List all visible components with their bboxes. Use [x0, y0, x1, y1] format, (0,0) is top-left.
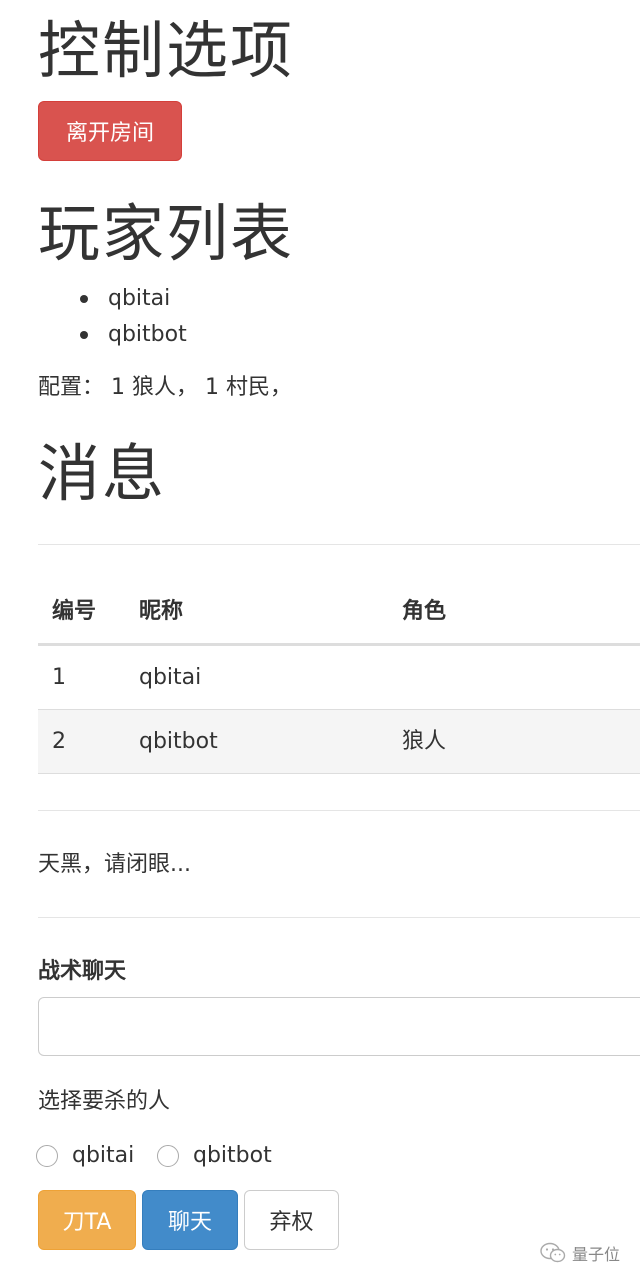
player-name: qbitai: [108, 286, 171, 311]
game-room-page: 控制选项 离开房间 玩家列表 qbitai qbitbot 配置： 1 狼人， …: [0, 0, 640, 1280]
night-message: 天黑，请闭眼...: [38, 852, 191, 877]
divider: [38, 544, 640, 545]
controls-heading: 控制选项: [38, 14, 295, 87]
table-header-row: 编号 昵称 角色: [38, 580, 640, 646]
column-header-nickname: 昵称: [139, 599, 184, 624]
watermark: 量子位: [540, 1241, 620, 1265]
cell-number: 2: [52, 729, 66, 754]
chat-button[interactable]: 聊天: [142, 1190, 238, 1250]
players-heading: 玩家列表: [38, 197, 295, 270]
table-row: 2 qbitbot 狼人: [38, 710, 640, 774]
column-header-number: 编号: [52, 599, 97, 624]
divider: [38, 917, 640, 918]
player-name: qbitbot: [108, 322, 187, 347]
tactical-chat-input[interactable]: [38, 997, 640, 1056]
kill-button[interactable]: 刀TA: [38, 1190, 136, 1250]
radio-label: qbitbot: [193, 1143, 272, 1168]
abstain-button[interactable]: 弃权: [244, 1190, 339, 1250]
bullet-icon: [80, 295, 88, 303]
radio-label: qbitai: [72, 1143, 135, 1168]
kill-target-label: 选择要杀的人: [38, 1089, 171, 1114]
watermark-text: 量子位: [572, 1245, 621, 1264]
radio-button[interactable]: [157, 1145, 179, 1167]
tactical-chat-label: 战术聊天: [38, 959, 127, 984]
cell-nickname: qbitai: [139, 665, 202, 690]
column-header-role: 角色: [402, 599, 447, 624]
role-config-text: 配置： 1 狼人， 1 村民，: [38, 375, 292, 400]
cell-number: 1: [52, 665, 66, 690]
divider: [38, 810, 640, 811]
wechat-icon: [540, 1242, 566, 1263]
bullet-icon: [80, 331, 88, 339]
cell-role: 狼人: [402, 729, 447, 754]
radio-button[interactable]: [36, 1145, 58, 1167]
radio-option-qbitbot[interactable]: qbitbot: [157, 1141, 272, 1171]
table-row: 1 qbitai: [38, 646, 640, 710]
radio-option-qbitai[interactable]: qbitai: [36, 1141, 134, 1171]
leave-room-button[interactable]: 离开房间: [38, 101, 182, 161]
cell-nickname: qbitbot: [139, 729, 218, 754]
messages-heading: 消息: [38, 437, 167, 510]
